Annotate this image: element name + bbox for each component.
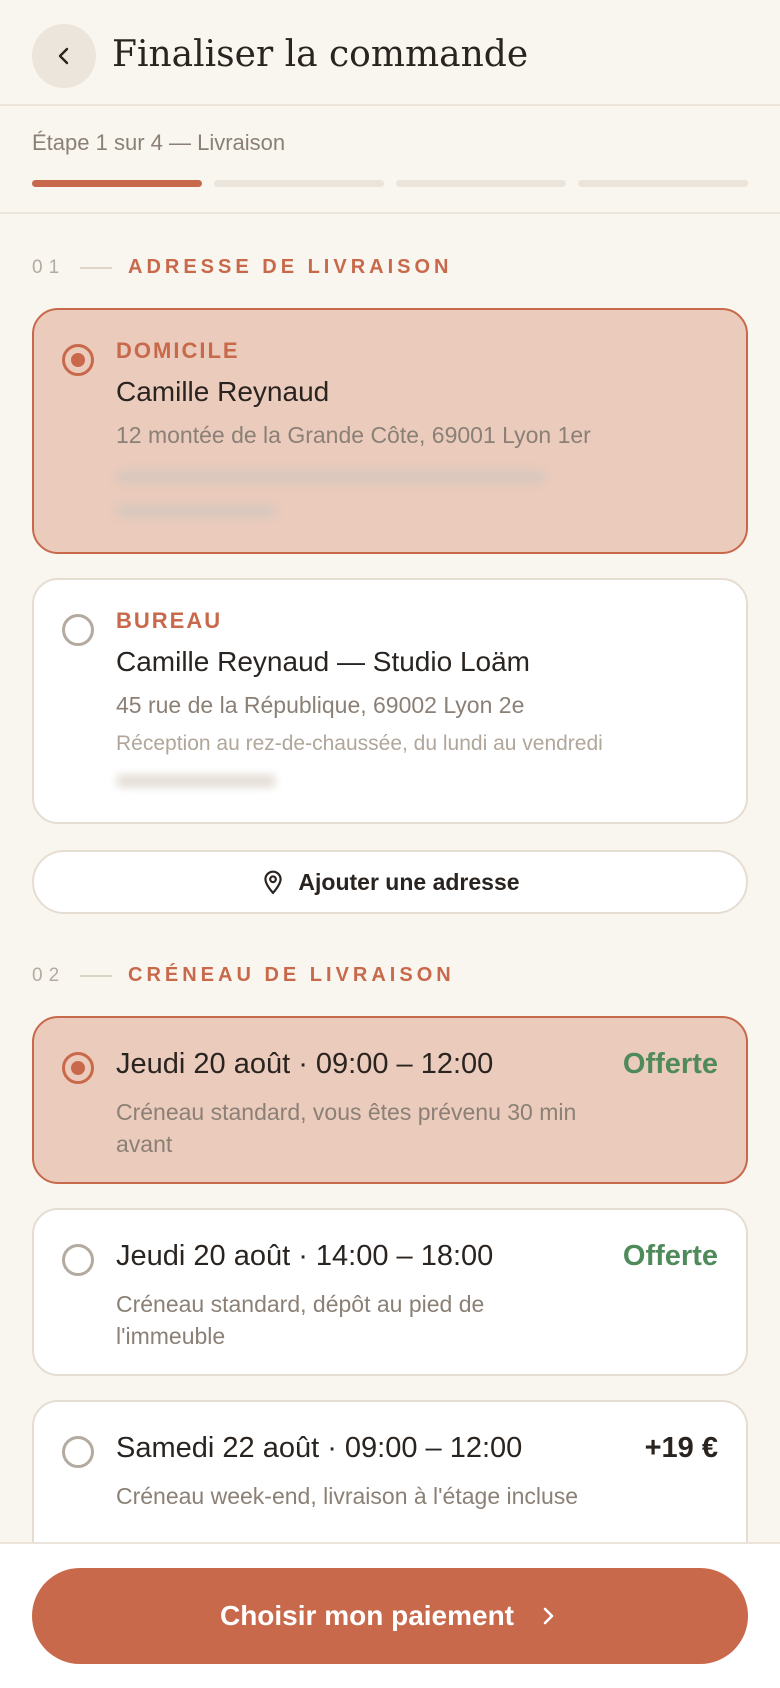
checkout-progress: Étape 1 sur 4 — Livraison — [0, 106, 780, 214]
slot-title: Samedi 22 août · 09:00 – 12:00 — [116, 1432, 523, 1464]
radio-unselected[interactable] — [62, 1436, 94, 1468]
address-card-home[interactable]: DOMICILE Camille Reynaud 12 montée de la… — [32, 308, 748, 554]
address-line: 45 rue de la République, 69002 Lyon 2e — [116, 692, 525, 718]
slot-price: Offerte — [622, 1048, 718, 1080]
slot-description: Créneau standard, dépôt au pied de l'imm… — [116, 1291, 485, 1349]
address-name: Camille Reynaud — [116, 376, 330, 407]
slot-card-2[interactable]: Jeudi 20 août · 14:00 – 18:00 Créneau st… — [32, 1208, 748, 1376]
redacted-note — [116, 470, 546, 484]
back-button[interactable] — [32, 24, 96, 88]
divider — [80, 266, 112, 269]
step-label: Étape 1 sur 4 — Livraison — [32, 130, 286, 155]
radio-dot — [71, 353, 85, 367]
address-note: Réception au rez-de-chaussée, du lundi a… — [116, 732, 603, 755]
section-number: 01 — [32, 256, 66, 278]
address-tag: BUREAU — [116, 608, 223, 633]
add-address-button[interactable]: Ajouter une adresse — [32, 850, 748, 914]
section-number: 02 — [32, 964, 66, 986]
address-tag: DOMICILE — [116, 338, 240, 363]
slot-card-1[interactable]: Jeudi 20 août · 09:00 – 12:00 Créneau st… — [32, 1016, 748, 1184]
progress-bars — [32, 180, 748, 187]
add-address-label: Ajouter une adresse — [298, 868, 520, 895]
address-line: 12 montée de la Grande Côte, 69001 Lyon … — [116, 422, 591, 448]
section-title: ADRESSE DE LIVRAISON — [128, 256, 453, 278]
divider — [80, 974, 112, 977]
radio-unselected[interactable] — [62, 614, 94, 646]
slot-title: Jeudi 20 août · 14:00 – 18:00 — [116, 1240, 494, 1272]
slot-description: Créneau standard, vous êtes prévenu 30 m… — [116, 1099, 577, 1157]
radio-unselected[interactable] — [62, 1244, 94, 1276]
redacted-phone — [116, 504, 276, 518]
map-pin-icon — [264, 870, 283, 895]
radio-selected[interactable] — [62, 1052, 94, 1084]
choose-payment-button[interactable]: Choisir mon paiement — [32, 1568, 748, 1664]
address-card-office[interactable]: BUREAU Camille Reynaud — Studio Loäm 45 … — [32, 578, 748, 824]
radio-dot — [71, 1061, 85, 1075]
slot-price: Offerte — [622, 1240, 718, 1272]
slot-title: Jeudi 20 août · 09:00 – 12:00 — [116, 1048, 494, 1080]
top-bar: Finaliser la commande — [0, 0, 780, 106]
progress-step-2 — [214, 180, 384, 187]
address-name: Camille Reynaud — Studio Loäm — [116, 646, 530, 677]
progress-step-3 — [396, 180, 566, 187]
radio-selected[interactable] — [62, 344, 94, 376]
chevron-left-icon — [58, 47, 69, 65]
section-title: CRÉNEAU DE LIVRAISON — [128, 964, 455, 986]
page-title: Finaliser la commande — [112, 34, 529, 75]
cta-label: Choisir mon paiement — [219, 1600, 515, 1631]
progress-step-4 — [578, 180, 748, 187]
chevron-right-icon — [543, 1607, 554, 1625]
redacted-phone — [116, 774, 276, 788]
section-header-address: 01 ADRESSE DE LIVRAISON — [32, 256, 452, 279]
bottom-bar: Choisir mon paiement — [0, 1542, 780, 1688]
progress-step-1 — [32, 180, 202, 187]
section-header-slot: 02 CRÉNEAU DE LIVRAISON — [32, 964, 455, 987]
slot-description: Créneau week-end, livraison à l'étage in… — [116, 1483, 579, 1509]
slot-price: +19 € — [644, 1432, 718, 1464]
